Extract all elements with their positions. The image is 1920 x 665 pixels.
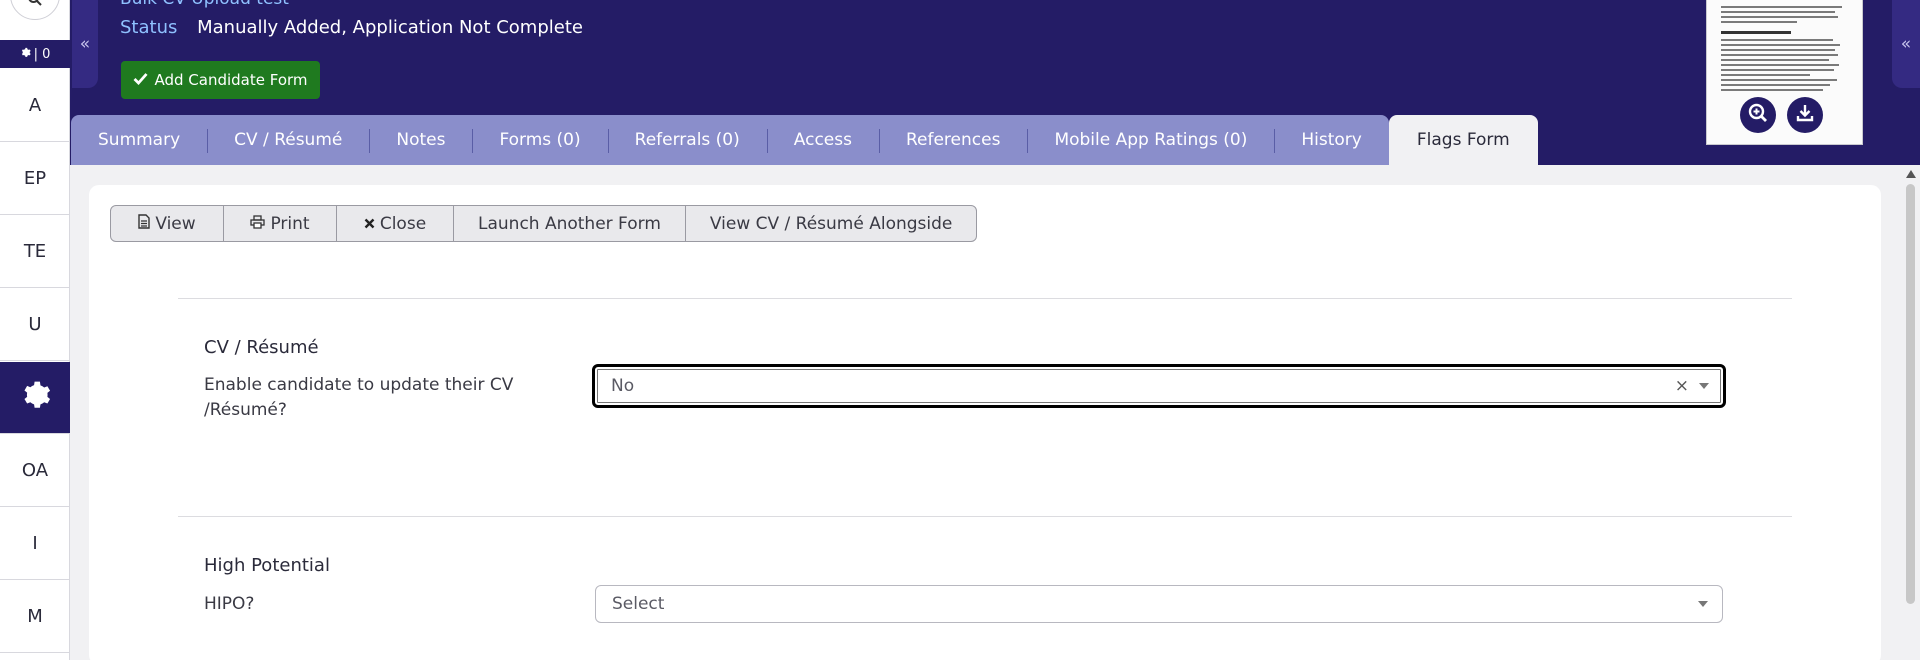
selected-value: No [611, 376, 635, 396]
tab-label: CV / Résumé [234, 130, 343, 150]
view-cv-alongside-button[interactable]: View CV / Résumé Alongside [686, 206, 976, 241]
tab-notes[interactable]: Notes [369, 115, 472, 165]
collapse-right-button[interactable]: « [1892, 0, 1920, 88]
hipo-select[interactable]: Select [595, 585, 1723, 623]
check-icon [133, 71, 149, 89]
tab-flags-form[interactable]: Flags Form [1388, 115, 1538, 165]
close-icon [364, 214, 375, 234]
tab-label: Forms (0) [499, 130, 581, 150]
tab-label: Referrals (0) [634, 130, 740, 150]
search-icon [27, 0, 43, 11]
clear-selection-icon[interactable]: × [1675, 376, 1689, 396]
status-label: Status [120, 17, 178, 38]
tab-referrals[interactable]: Referrals (0) [607, 115, 767, 165]
tab-label: Flags Form [1416, 130, 1510, 150]
close-button[interactable]: Close [337, 206, 454, 241]
rail-item-label: I [32, 533, 38, 554]
print-button[interactable]: Print [224, 206, 337, 241]
settings-counter[interactable]: | 0 [0, 40, 70, 68]
rail-item-settings[interactable] [0, 362, 70, 434]
tab-label: Mobile App Ratings (0) [1054, 130, 1248, 150]
print-label: Print [270, 213, 310, 234]
rail-item-m[interactable]: M [0, 581, 70, 653]
add-candidate-form-label: Add Candidate Form [154, 71, 308, 89]
tab-label: References [905, 130, 1001, 150]
rail-item-i[interactable]: I [0, 508, 70, 580]
tab-label: Summary [98, 130, 181, 150]
enable-cv-update-select[interactable]: No × [592, 364, 1726, 408]
tab-cv-resume[interactable]: CV / Résumé [207, 115, 369, 165]
section-title-high-potential: High Potential [204, 555, 330, 576]
rail-item-label: A [28, 95, 42, 116]
rail-item-label: M [27, 606, 43, 627]
zoom-in-icon [1747, 102, 1769, 128]
view-label: View [155, 213, 196, 234]
scroll-thumb[interactable] [1906, 184, 1915, 604]
rail-item-ep[interactable]: EP [0, 143, 70, 215]
rail-item-u[interactable]: U [0, 289, 70, 361]
view-button[interactable]: View [111, 206, 224, 241]
status-row: Status Manually Added, Application Not C… [120, 17, 583, 38]
download-cv-button[interactable] [1787, 97, 1823, 133]
double-chevron-left-icon: « [1900, 34, 1912, 54]
section-divider [178, 516, 1792, 517]
field-label-line: Enable candidate to update their CV [204, 375, 514, 395]
tab-label: Access [793, 130, 852, 150]
gear-icon [20, 47, 31, 62]
search-button[interactable] [10, 0, 60, 20]
form-toolbar: View Print Close Launch Another Form Vie… [110, 205, 978, 242]
rail-item-a[interactable]: A [0, 70, 70, 142]
page-scrollbar[interactable] [1904, 170, 1916, 660]
tab-bar: Summary CV / Résumé Notes Forms (0) Refe… [71, 115, 1538, 165]
rail-item-label: OA [21, 460, 49, 481]
launch-label: Launch Another Form [478, 213, 661, 234]
collapse-left-button[interactable]: « [72, 0, 98, 88]
rail-item-te[interactable]: TE [0, 216, 70, 288]
caret-down-icon [1699, 383, 1709, 389]
tab-summary[interactable]: Summary [71, 115, 207, 165]
tab-references[interactable]: References [878, 115, 1027, 165]
rail-item-label: EP [23, 168, 47, 189]
print-icon [250, 214, 266, 234]
gear-icon [19, 379, 51, 416]
settings-count: | 0 [33, 46, 51, 62]
rail-item-label: U [28, 314, 42, 335]
add-candidate-form-button[interactable]: Add Candidate Form [121, 61, 320, 99]
document-icon [138, 213, 151, 234]
caret-down-icon [1698, 601, 1708, 607]
tab-history[interactable]: History [1274, 115, 1388, 165]
rail-item-label: TE [23, 241, 47, 262]
field-label-hipo: HIPO? [204, 594, 255, 614]
tab-label: Notes [396, 130, 446, 150]
status-value: Manually Added, Application Not Complete [197, 17, 583, 38]
scroll-up-arrow-icon[interactable] [1906, 170, 1916, 178]
view-cv-label: View CV / Résumé Alongside [709, 213, 953, 234]
tab-forms[interactable]: Forms (0) [472, 115, 607, 165]
rail-item-oa[interactable]: OA [0, 435, 70, 507]
close-label: Close [379, 213, 427, 234]
double-chevron-left-icon: « [79, 34, 91, 54]
candidate-name[interactable]: Bulk CV Upload test [120, 0, 289, 9]
tab-access[interactable]: Access [766, 115, 879, 165]
zoom-cv-button[interactable] [1740, 97, 1776, 133]
cv-thumbnail[interactable] [1706, 0, 1863, 145]
field-label-enable-cv-update: Enable candidate to update their CV /Rés… [204, 373, 513, 423]
section-divider [178, 298, 1792, 299]
tab-label: History [1301, 130, 1362, 150]
section-title-cv: CV / Résumé [204, 337, 319, 358]
launch-another-form-button[interactable]: Launch Another Form [454, 206, 686, 241]
download-icon [1795, 103, 1815, 127]
field-label-line: /Résumé? [204, 400, 287, 420]
tab-mobile-app-ratings[interactable]: Mobile App Ratings (0) [1027, 115, 1274, 165]
left-rail: | 0 A EP TE U OA I M [0, 0, 70, 660]
select-placeholder: Select [612, 594, 665, 614]
